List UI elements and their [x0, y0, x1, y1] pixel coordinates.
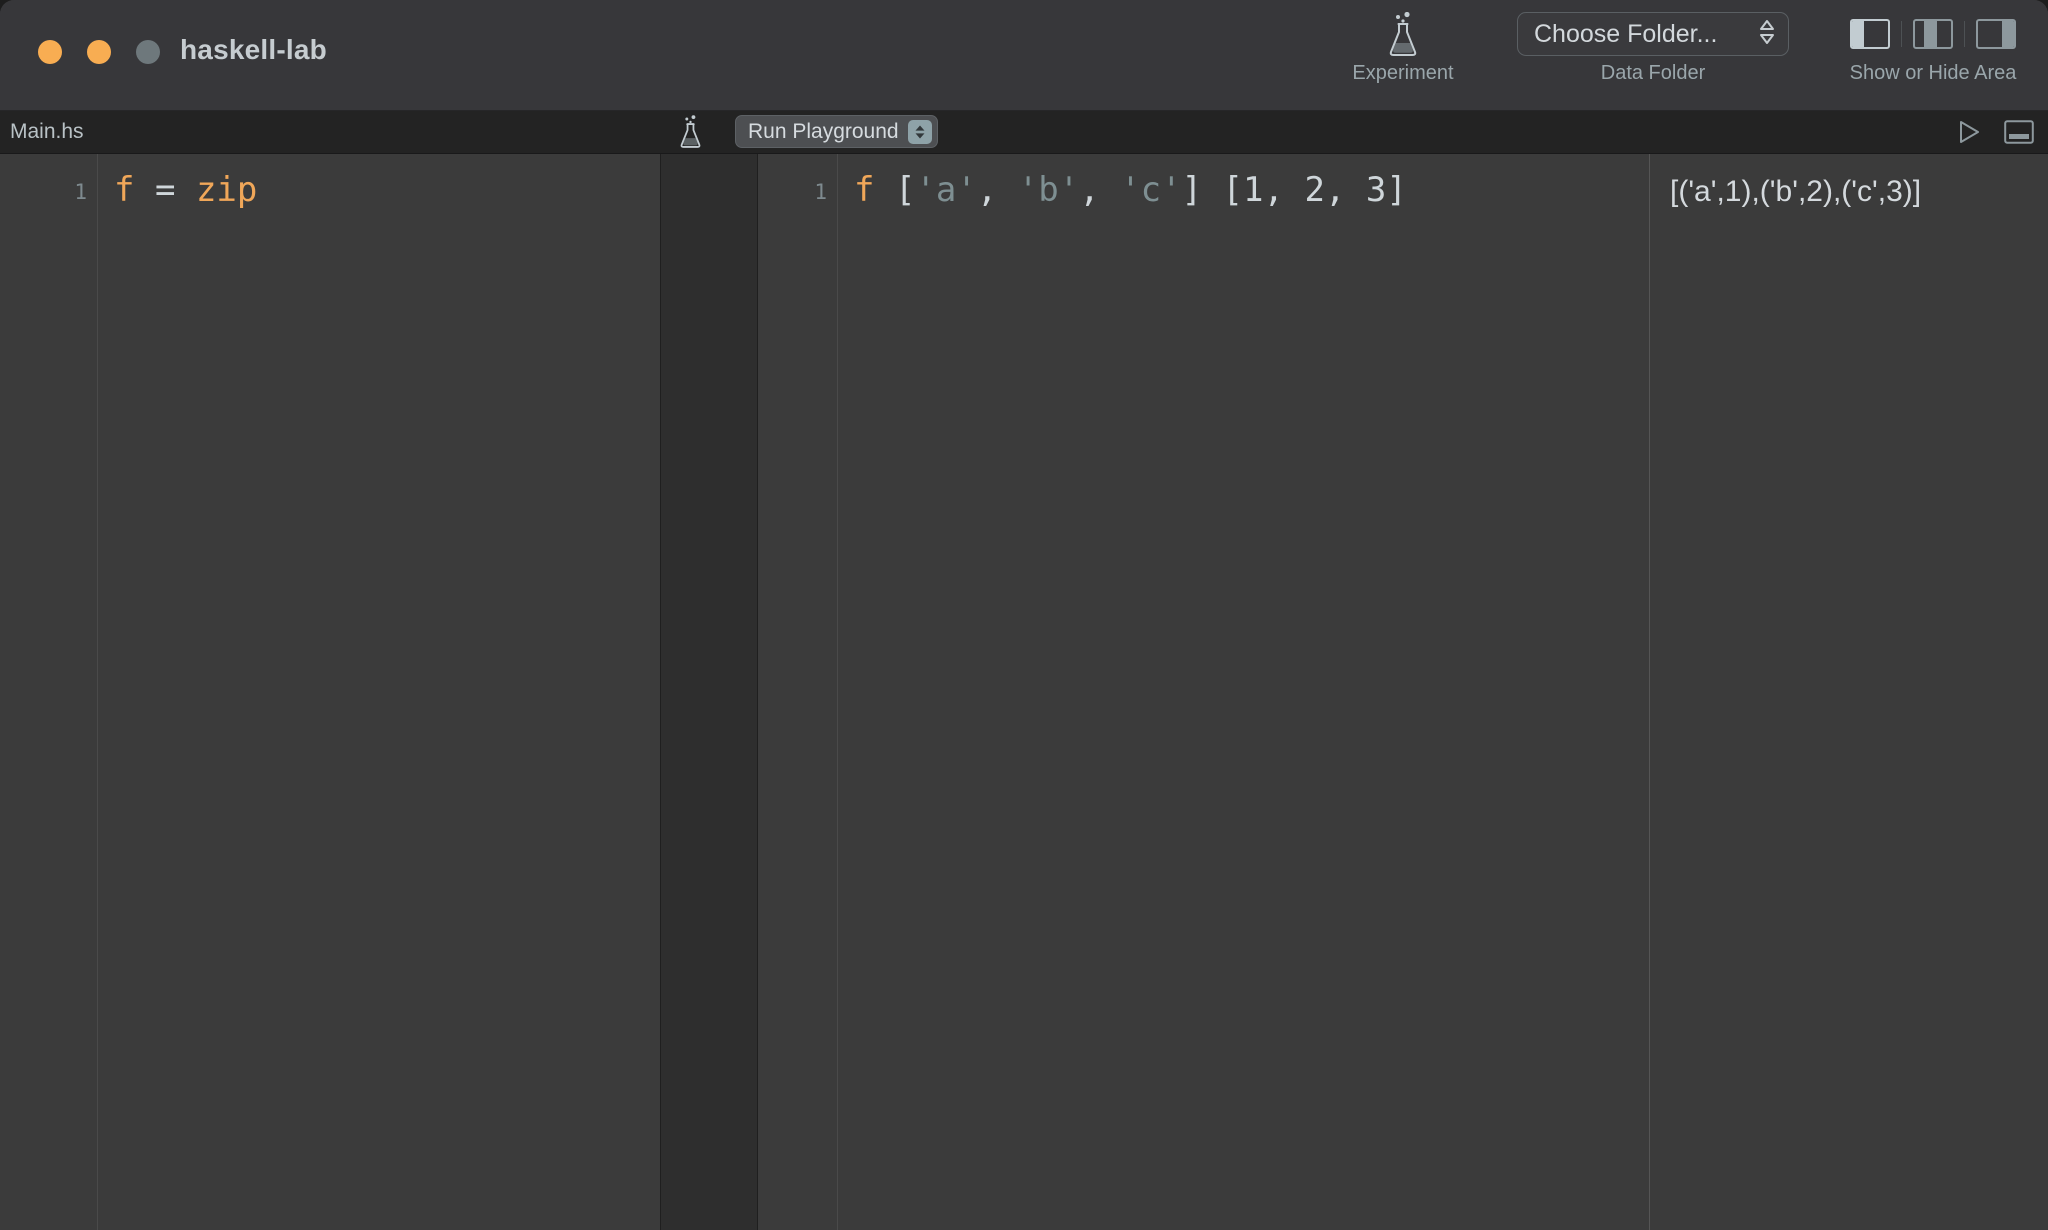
toolbar-label-show-hide-area: Show or Hide Area [1849, 62, 2017, 84]
code-line: f = zip [114, 168, 660, 212]
playground-pane: 1 f ['a', 'b', 'c'] [1, 2, 3] [758, 154, 1650, 1230]
right-panel-icon [1976, 19, 2016, 49]
toggle-center-panel-button[interactable] [1909, 16, 1957, 52]
code-token: 2 [1304, 170, 1325, 210]
code-token: , [1079, 170, 1121, 210]
toolbar-group-experiment[interactable]: Experiment [1318, 0, 1488, 98]
run-bar-actions [1956, 111, 2034, 153]
source-editor-textarea[interactable]: f = zip [98, 154, 660, 1230]
file-tab-label: Main.hs [10, 120, 84, 143]
titlebar: haskell-lab Experiment Choose Folder... … [0, 0, 2048, 111]
run-playground-dropdown[interactable]: Run Playground [735, 115, 938, 148]
code-token: 'b' [1017, 170, 1080, 210]
center-panel-icon [1913, 19, 1953, 49]
toolbar-groups: Experiment Choose Folder... Data Folder [1318, 0, 2048, 110]
chevron-up-down-icon [1758, 18, 1776, 51]
zoom-window-button[interactable] [136, 40, 160, 64]
line-number: 1 [74, 180, 87, 204]
code-token: zip [195, 170, 258, 210]
close-window-button[interactable] [38, 40, 62, 64]
traffic-lights [38, 40, 160, 64]
code-token: 'c' [1120, 170, 1182, 210]
window-title: haskell-lab [180, 34, 327, 65]
output-pane: [('a',1),('b',2),('c',3)] [1650, 154, 2048, 1230]
toolbar-label-data-folder: Data Folder [1600, 62, 1706, 84]
toggle-left-panel-button[interactable] [1846, 16, 1894, 52]
code-token: f [854, 170, 875, 210]
panel-toggle-group [1839, 12, 2027, 56]
code-token: 1 [1243, 170, 1264, 210]
flask-icon [678, 115, 703, 148]
code-token: = [154, 170, 176, 210]
toolbar-divider [1901, 21, 1902, 47]
code-line: f ['a', 'b', 'c'] [1, 2, 3] [854, 168, 1649, 212]
code-token: ] [ [1181, 170, 1244, 210]
toolbar-group-show-hide-area: Show or Hide Area [1818, 0, 2048, 98]
source-editor-pane: 1 f = zip [0, 154, 660, 1230]
choose-folder-value: Choose Folder... [1534, 19, 1718, 48]
editor-gutter: 1 [0, 154, 98, 1230]
file-tab[interactable]: Main.hs [0, 111, 660, 153]
toolbar-label-experiment: Experiment [1352, 62, 1454, 84]
bottom-panel-icon[interactable] [2004, 120, 2034, 144]
minimize-window-button[interactable] [87, 40, 111, 64]
playground-gutter: 1 [758, 154, 838, 1230]
toolbar-divider [1964, 21, 1965, 47]
main-body: 1 f = zip 1 f ['a', 'b', 'c'] [1, 2, 3] … [0, 154, 2048, 1230]
code-token: , [1324, 170, 1366, 210]
choose-folder-dropdown[interactable]: Choose Folder... [1517, 12, 1789, 56]
flask-icon [1386, 12, 1420, 56]
code-token: , [1263, 170, 1305, 210]
chevron-up-down-icon [907, 119, 932, 144]
code-token: , [976, 170, 1018, 210]
toggle-right-panel-button[interactable] [1972, 16, 2020, 52]
line-number: 1 [814, 180, 827, 204]
code-token: 3 [1365, 170, 1387, 210]
output-result: [('a',1),('b',2),('c',3)] [1670, 175, 1922, 208]
code-token: ] [1386, 170, 1407, 210]
playground-textarea[interactable]: f ['a', 'b', 'c'] [1, 2, 3] [838, 154, 1649, 1230]
file-and-run-bar: Main.hs Run Playground [0, 111, 2048, 154]
pane-splitter[interactable] [660, 154, 758, 1230]
app-window: haskell-lab Experiment Choose Folder... … [0, 0, 2048, 1230]
play-triangle-icon[interactable] [1956, 119, 1982, 145]
code-token: f [114, 170, 135, 210]
run-playground-label: Run Playground [748, 119, 899, 143]
code-token: 'a' [915, 170, 977, 210]
left-panel-icon [1850, 19, 1890, 49]
code-token: [ [874, 170, 916, 210]
toolbar-group-data-folder: Choose Folder... Data Folder [1488, 0, 1818, 98]
